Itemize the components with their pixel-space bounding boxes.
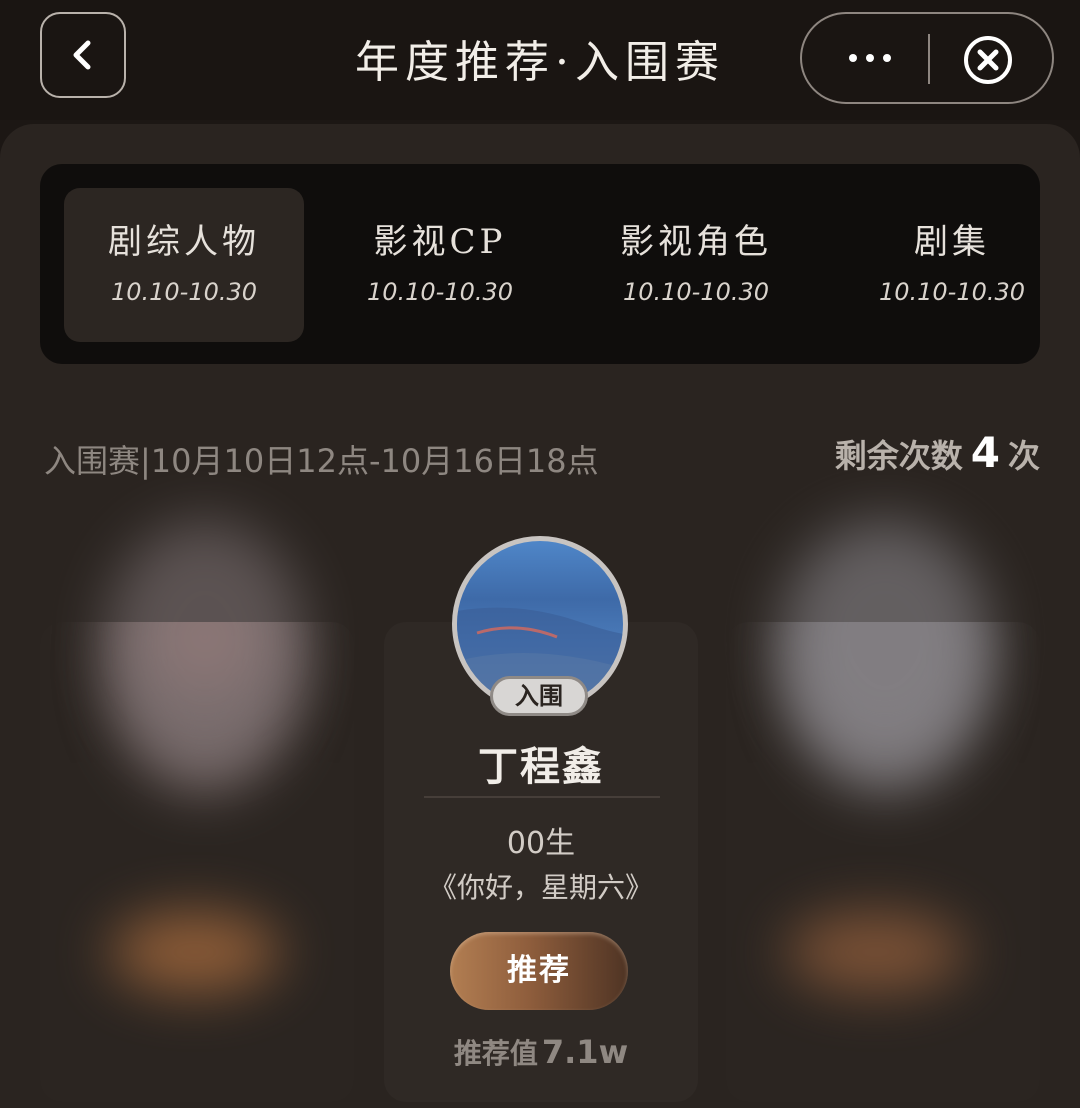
tab-title: 影视CP bbox=[373, 222, 507, 262]
tab-series[interactable]: 剧集 10.10-10.30 bbox=[832, 188, 1072, 342]
tab-date: 10.10-10.30 bbox=[110, 278, 258, 306]
tab-date: 10.10-10.30 bbox=[366, 278, 514, 306]
category-tabs: 剧综人物 10.10-10.30 影视CP 10.10-10.30 影视角色 1… bbox=[40, 164, 1040, 364]
back-button[interactable] bbox=[40, 12, 126, 98]
close-circle-icon bbox=[964, 36, 1012, 84]
score-value: 7.1w bbox=[541, 1033, 629, 1071]
tab-film-cp[interactable]: 影视CP 10.10-10.30 bbox=[320, 188, 560, 342]
tab-date: 10.10-10.30 bbox=[878, 278, 1026, 306]
candidate-name: 丁程鑫 bbox=[478, 744, 604, 790]
tab-date: 10.10-10.30 bbox=[622, 278, 770, 306]
blurred-avatar-top bbox=[105, 520, 305, 760]
remaining-votes: 剩余次数 4 次 bbox=[835, 428, 1040, 477]
mini-program-capsule bbox=[800, 12, 1054, 104]
candidate-work: 《你好，星期六》 bbox=[428, 871, 653, 904]
recommend-score: 推荐值 7.1w bbox=[384, 1032, 698, 1072]
capsule-divider bbox=[928, 34, 930, 84]
tab-title: 剧集 bbox=[914, 222, 990, 262]
blurred-avatar-top bbox=[780, 520, 990, 760]
more-dots-icon bbox=[849, 54, 891, 62]
more-button[interactable] bbox=[830, 32, 910, 84]
remaining-count: 4 bbox=[970, 428, 1000, 477]
tab-title: 剧综人物 bbox=[108, 222, 260, 262]
recommend-button[interactable]: 推荐 bbox=[450, 932, 628, 1010]
remaining-prefix: 剩余次数 bbox=[834, 437, 963, 475]
status-badge: 入围 bbox=[490, 676, 588, 716]
blurred-button bbox=[110, 912, 280, 992]
candidate-tag: 00生 bbox=[506, 826, 576, 861]
close-button[interactable] bbox=[960, 32, 1016, 88]
blurred-button bbox=[786, 912, 966, 992]
remaining-suffix: 次 bbox=[1007, 437, 1040, 475]
tab-film-role[interactable]: 影视角色 10.10-10.30 bbox=[576, 188, 816, 342]
score-label: 推荐值 bbox=[453, 1037, 538, 1070]
card-divider bbox=[424, 796, 660, 798]
tab-drama-variety-person[interactable]: 剧综人物 10.10-10.30 bbox=[64, 188, 304, 342]
tab-title: 影视角色 bbox=[620, 222, 772, 262]
round-info: 入围赛|10月10日12点-10月16日18点 bbox=[44, 442, 599, 480]
page-title: 年度推荐·入围赛 bbox=[355, 37, 725, 88]
chevron-left-icon bbox=[73, 40, 91, 70]
